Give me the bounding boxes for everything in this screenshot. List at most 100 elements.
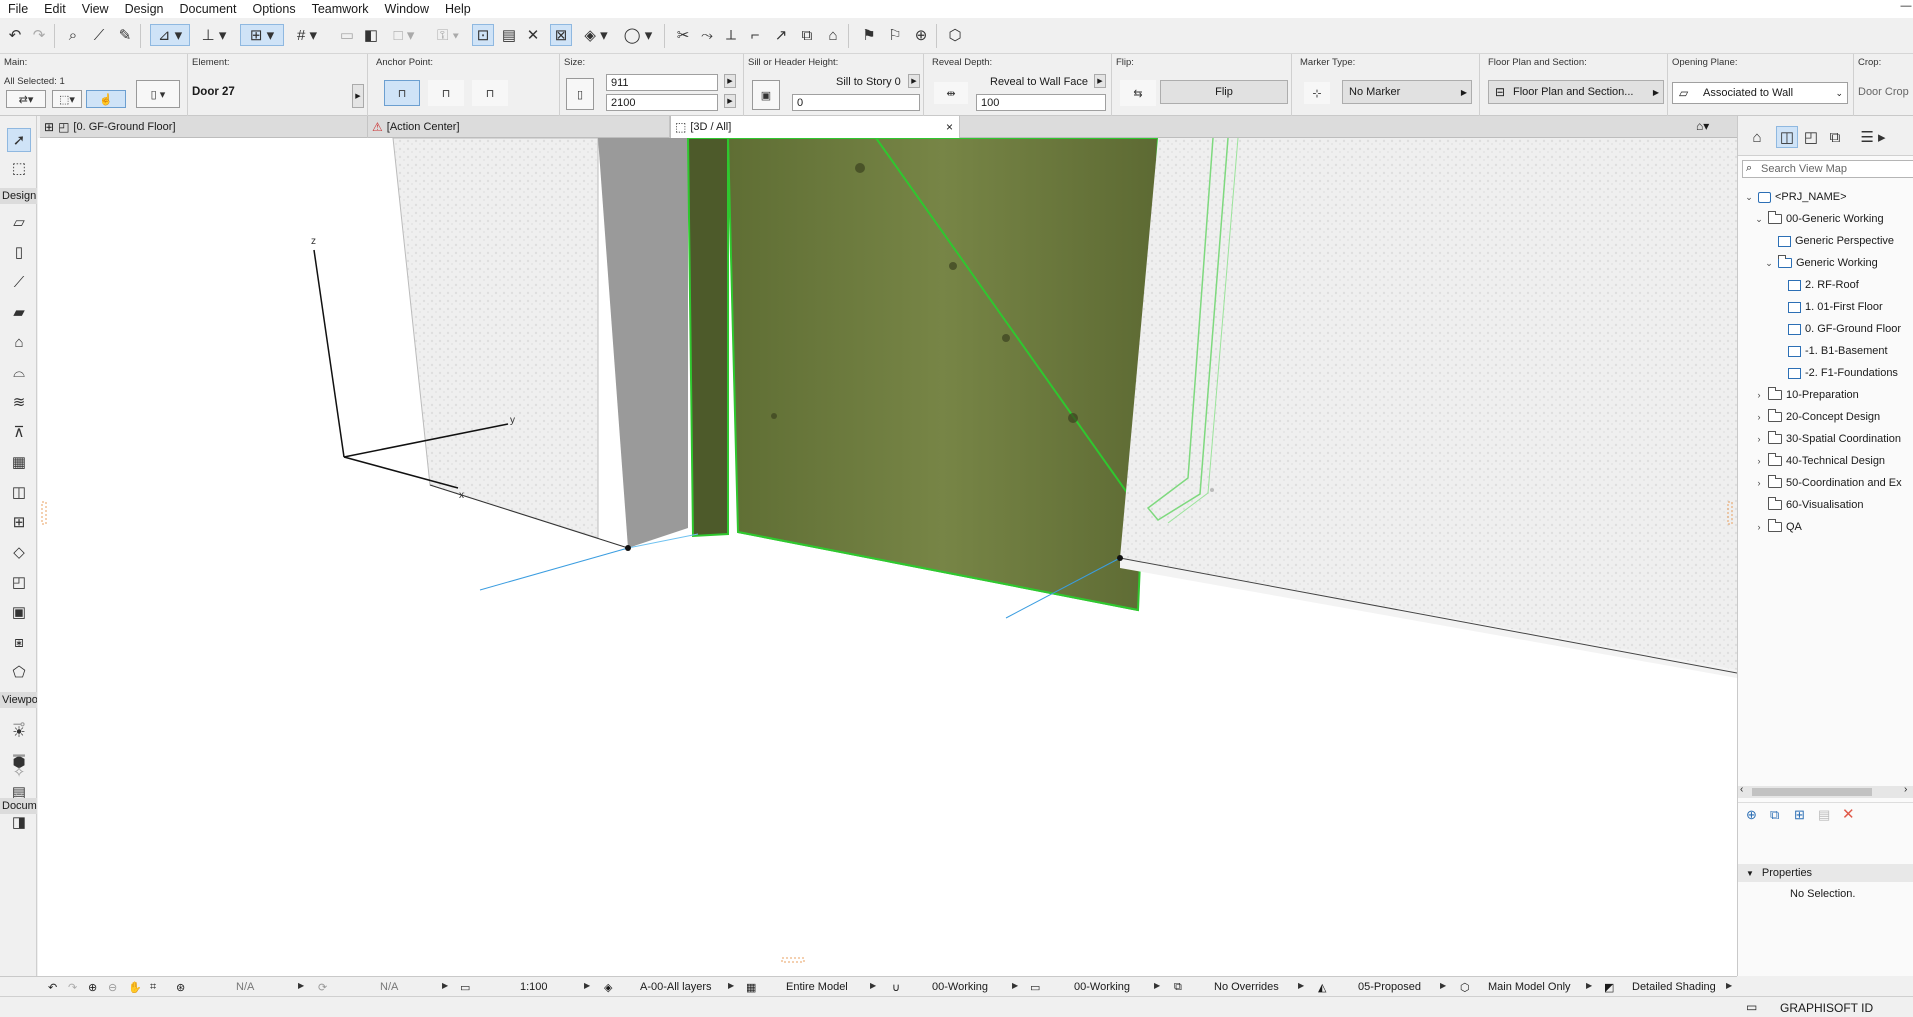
pen-set-value[interactable]: 00-Working <box>932 979 988 995</box>
crop-value[interactable]: Door Crop <box>1858 86 1909 98</box>
tree-item[interactable]: 2. RF-Roof <box>1774 276 1859 294</box>
scroll-left-icon[interactable]: ‹ <box>1740 784 1743 795</box>
menu-window[interactable]: Window <box>377 0 437 18</box>
elevation-value[interactable]: N/A <box>380 979 398 995</box>
door-settings-icon[interactable]: ▯ ▾ <box>136 80 180 108</box>
sill-field[interactable]: 0 <box>792 94 920 111</box>
publisher-sets-icon[interactable]: ⧉ <box>1824 126 1846 148</box>
elevation-tool[interactable]: ▁ <box>7 736 31 760</box>
wall-reveal[interactable] <box>598 138 688 548</box>
tab-3d[interactable]: ⬚ [3D / All] × <box>670 116 960 138</box>
favorites-icon[interactable]: ☝ <box>86 90 126 108</box>
scroll-right-icon[interactable]: › <box>1904 784 1907 795</box>
inject-parameters-icon[interactable]: ✎ <box>114 24 136 46</box>
marquee-mode-icon[interactable]: ⬚▾ <box>52 90 82 108</box>
tree-item[interactable]: › 20-Concept Design <box>1754 408 1880 426</box>
angle-value[interactable]: N/A <box>236 979 254 995</box>
lock-icon[interactable]: ⚿ ▾ <box>430 24 466 46</box>
element-name[interactable]: Door 27 <box>192 86 235 98</box>
reveal-mode-arrow[interactable]: ▶ <box>1094 74 1106 88</box>
cross-icon[interactable]: ✕ <box>522 24 544 46</box>
opening-dropdown[interactable]: Associated to Wall ▱ ⌄ <box>1672 82 1848 104</box>
view-settings-icon[interactable]: ▤ <box>1818 807 1830 823</box>
sill-mode[interactable]: Sill to Story 0 <box>836 76 901 88</box>
overrides-value[interactable]: No Overrides <box>1214 979 1279 995</box>
suspend-groups-icon[interactable]: ▭ <box>336 24 358 46</box>
view-options-icon[interactable]: ⌂▾ <box>1696 119 1709 133</box>
height-field[interactable]: 2100 <box>606 94 718 111</box>
marquee-icon[interactable]: ⊠ <box>550 24 572 46</box>
clone-view-icon[interactable]: ⧉ <box>1770 807 1779 823</box>
zoom-out-icon[interactable]: ⊖ <box>108 979 117 995</box>
left-panel-handle[interactable] <box>41 501 47 525</box>
anchor-center-icon[interactable]: ⊓ <box>428 80 464 106</box>
design-header[interactable]: Design <box>0 188 37 204</box>
3d-cutting-icon[interactable]: ◈ ▾ <box>578 24 614 46</box>
tree-item[interactable]: ⌄ 00-Generic Working <box>1754 210 1884 228</box>
find-select-icon[interactable]: ⌕ <box>62 24 84 46</box>
intersect-icon[interactable]: ⟂ <box>720 24 742 46</box>
trace-icon[interactable]: ◧ <box>360 24 382 46</box>
project-map-icon[interactable]: ⌂ <box>1746 126 1768 148</box>
reveal-mode[interactable]: Reveal to Wall Face <box>990 76 1088 88</box>
slab-tool[interactable]: ▰ <box>7 300 31 324</box>
marquee-tool[interactable]: ⬚ <box>7 156 31 180</box>
menu-view[interactable]: View <box>74 0 117 18</box>
window-icon[interactable]: ▭ <box>1746 1000 1757 1014</box>
chevron-icon[interactable]: ⌄ <box>1754 214 1764 225</box>
roof-icon[interactable]: ⌂ <box>822 24 844 46</box>
width-arrow[interactable]: ▶ <box>724 74 736 88</box>
tree-item[interactable]: › 10-Preparation <box>1754 386 1859 404</box>
layout-book-icon[interactable]: ◰ <box>1800 126 1822 148</box>
roof-tool[interactable]: ⌂ <box>7 330 31 354</box>
structure-value[interactable]: Main Model Only <box>1488 979 1571 995</box>
renovation-value[interactable]: 05-Proposed <box>1358 979 1421 995</box>
skylight-tool[interactable]: ◇ <box>7 540 31 564</box>
grid-display-icon[interactable]: ▤ <box>498 24 520 46</box>
sill-mode-arrow[interactable]: ▶ <box>908 74 920 88</box>
layer-lock-icon[interactable]: □ ▾ <box>386 24 422 46</box>
view-map-icon[interactable]: ◫ <box>1776 126 1798 148</box>
redo-view-icon[interactable]: ↷ <box>68 979 77 995</box>
redo-icon[interactable]: ↷ <box>28 24 50 46</box>
beam-tool[interactable]: ⟋ <box>7 270 31 294</box>
scissors-icon[interactable]: ✂ <box>672 24 694 46</box>
teamwork-icon[interactable]: ⊕ <box>910 24 932 46</box>
door-leaf[interactable] <box>726 138 1160 612</box>
dimension-value[interactable]: 00-Working <box>1074 979 1130 995</box>
3d-scene[interactable]: z x y <box>38 138 1737 976</box>
anchor-left-icon[interactable]: ⊓ <box>384 80 420 106</box>
chevron-icon[interactable]: › <box>1754 522 1764 532</box>
new-folder-icon[interactable]: ⊞ <box>1794 807 1805 823</box>
gravity-icon[interactable]: ⊞ ▾ <box>240 24 284 46</box>
properties-header[interactable]: ▼ Properties <box>1738 864 1913 882</box>
search-input[interactable]: Search View Map <box>1742 160 1913 178</box>
chevron-icon[interactable]: › <box>1754 412 1764 422</box>
tree-item[interactable]: Generic Perspective <box>1764 232 1894 250</box>
chevron-icon[interactable]: ⌄ <box>1764 258 1774 269</box>
shell-tool[interactable]: ⌓ <box>7 360 31 384</box>
bottom-panel-handle[interactable] <box>781 957 805 963</box>
menu-file[interactable]: File <box>0 0 36 18</box>
menu-options[interactable]: Options <box>244 0 303 18</box>
pan-icon[interactable]: ✋ <box>128 979 142 995</box>
door-frame[interactable] <box>686 138 729 538</box>
delete-icon[interactable]: ✕ <box>1842 805 1855 823</box>
navigator-menu-icon[interactable]: ☰ ▸ <box>1858 126 1888 148</box>
selection-mode-icon[interactable]: ⇄▾ <box>6 90 46 108</box>
opening-tool[interactable]: ◰ <box>7 570 31 594</box>
tree-item[interactable]: -1. B1-Basement <box>1774 342 1888 360</box>
fillet-icon[interactable]: ⌐ <box>744 24 766 46</box>
grid-snap-icon[interactable]: # ▾ <box>292 24 322 46</box>
document-header[interactable]: Docume <box>0 798 37 814</box>
tree-scrollbar[interactable]: ‹ › <box>1738 784 1913 798</box>
morph-tool[interactable]: ⬠ <box>7 660 31 684</box>
adjust-icon[interactable]: ⤳ <box>696 24 718 46</box>
undo-icon[interactable]: ↶ <box>4 24 26 46</box>
section-tool[interactable]: ⊸ <box>7 712 31 736</box>
tree-item[interactable]: 60-Visualisation <box>1754 496 1863 514</box>
tree-item[interactable]: › 50-Coordination and Ex <box>1754 474 1902 492</box>
chevron-icon[interactable]: › <box>1754 390 1764 400</box>
window-tool[interactable]: ⊞ <box>7 510 31 534</box>
column-tool[interactable]: ▯ <box>7 240 31 264</box>
